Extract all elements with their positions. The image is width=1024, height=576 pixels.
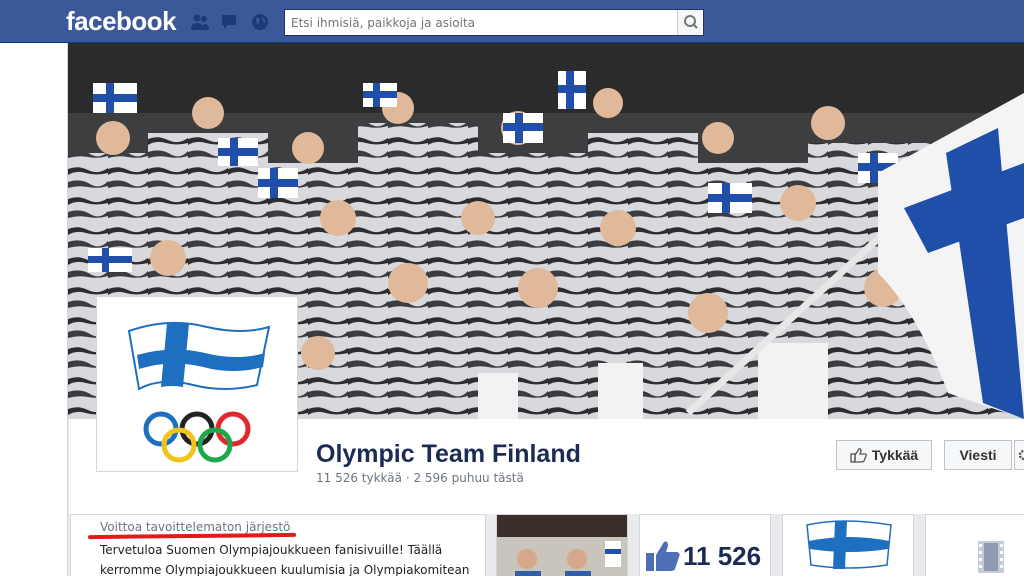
thumbs-up-icon	[850, 448, 867, 463]
video-app[interactable]	[925, 514, 1024, 576]
search-box	[284, 9, 704, 36]
film-strip-icon	[978, 541, 1004, 573]
gear-icon	[1018, 449, 1024, 461]
top-navigation-bar: facebook	[0, 0, 1024, 43]
page-title: Olympic Team Finland	[316, 440, 581, 468]
page-category[interactable]: Voittoa tavoittelematon järjestö	[100, 520, 290, 534]
olympic-committee-logo	[127, 321, 271, 463]
page-stats: 11 526 tykkää · 2 596 puhuu tästä	[316, 471, 524, 485]
finland-flag-thumbnail	[783, 515, 913, 576]
like-button[interactable]: Tykkää	[836, 440, 932, 470]
about-description: Tervetuloa Suomen Olympiajoukkueen fanis…	[100, 540, 470, 576]
search-input[interactable]	[285, 10, 677, 35]
about-line: Tervetuloa Suomen Olympiajoukkueen fanis…	[100, 543, 443, 557]
like-button-label: Tykkää	[871, 447, 919, 463]
messages-icon[interactable]	[220, 13, 240, 31]
photos-app[interactable]	[496, 514, 628, 576]
about-line: kerromme Olympiajoukkueen kuulumisia ja …	[100, 563, 470, 576]
profile-picture[interactable]	[96, 296, 298, 472]
notifications-globe-icon[interactable]	[250, 13, 270, 31]
message-button[interactable]: Viesti	[944, 440, 1012, 470]
message-button-label: Viesti	[959, 447, 997, 463]
page-info-app[interactable]	[782, 514, 914, 576]
photos-thumbnail	[497, 515, 627, 576]
settings-button[interactable]	[1014, 440, 1024, 470]
likes-count: 11 526	[683, 541, 762, 571]
likes-thumb-icon	[646, 541, 680, 571]
search-icon	[684, 15, 698, 29]
search-button[interactable]	[677, 10, 703, 35]
facebook-logo[interactable]: facebook	[66, 6, 177, 37]
left-rail	[0, 43, 68, 576]
friend-requests-icon[interactable]	[190, 13, 210, 31]
